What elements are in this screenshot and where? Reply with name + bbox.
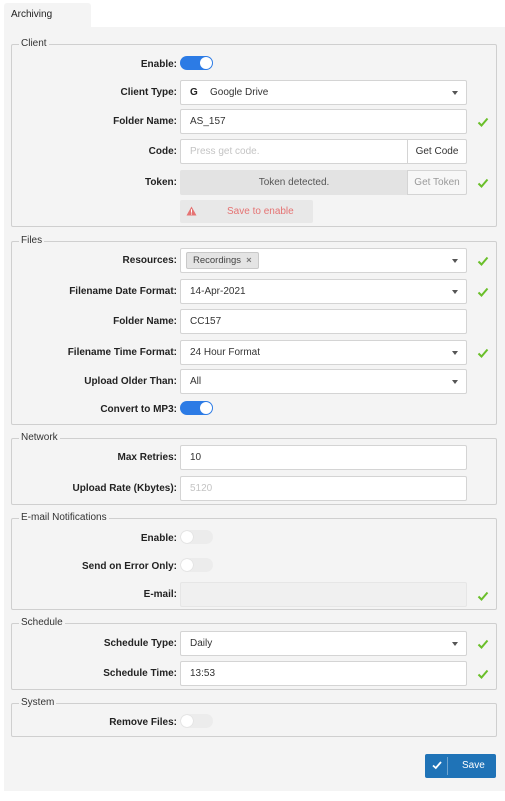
files-legend: Files [19,235,45,246]
upload-rate-placeholder: 5120 [190,483,213,494]
toggle-knob [181,715,193,727]
date-format-value: 14-Apr-2021 [190,286,246,297]
get-code-button[interactable]: Get Code [407,139,467,164]
files-folder-name-label: Folder Name: [113,316,177,327]
toggle-knob [200,402,212,414]
check-icon [432,761,442,770]
warning-icon [186,206,197,216]
check-icon [477,117,489,127]
client-type-value: Google Drive [210,87,269,98]
max-retries-input[interactable]: 10 [180,445,467,470]
files-folder-name-value: CC157 [190,316,222,327]
resources-multiselect[interactable]: Recordings × [180,248,467,273]
toggle-knob [181,559,193,571]
check-icon [477,591,489,601]
max-retries-label: Max Retries: [117,452,177,463]
schedule-time-value: 13:53 [190,668,216,679]
save-to-enable-text: Save to enable [227,206,294,217]
button-divider [447,757,448,775]
email-input[interactable] [180,582,467,607]
schedule-type-select[interactable]: Daily [180,631,467,656]
toggle-knob [200,57,212,69]
client-type-label: Client Type: [120,87,177,98]
upload-rate-input[interactable]: 5120 [180,476,467,501]
chevron-down-icon [452,91,458,95]
enable-toggle[interactable] [180,56,213,70]
upload-older-label: Upload Older Than: [84,376,177,387]
time-format-value: 24 Hour Format [190,347,261,358]
schedule-section: Schedule Schedule Type: Daily Schedule T… [11,617,497,690]
time-format-label: Filename Time Format: [67,347,177,358]
files-folder-name-input[interactable]: CC157 [180,309,467,334]
toggle-knob [181,531,193,543]
enable-label: Enable: [140,59,177,70]
upload-older-value: All [190,376,202,387]
check-icon [477,256,489,266]
code-label: Code: [148,146,177,157]
email-label: E-mail: [143,589,177,600]
check-icon [477,287,489,297]
code-placeholder: Press get code. [190,146,260,157]
client-section: Client Enable: Client Type: G Google Dri… [11,38,497,227]
schedule-legend: Schedule [19,617,65,628]
date-format-label: Filename Date Format: [69,286,177,297]
client-type-select[interactable]: G Google Drive [180,80,467,105]
remove-files-label: Remove Files: [109,717,177,728]
schedule-time-label: Schedule Time: [103,668,177,679]
token-field: Token detected. [180,170,408,195]
chevron-down-icon [452,351,458,355]
token-status: Token detected. [258,177,330,188]
save-button-label: Save [462,760,485,771]
resource-tag-label: Recordings [193,255,242,266]
network-legend: Network [19,432,60,443]
token-label: Token: [144,177,177,188]
email-enable-toggle[interactable] [180,530,213,544]
email-enable-label: Enable: [140,533,177,544]
chevron-down-icon [452,380,458,384]
check-icon [477,639,489,649]
files-section: Files Resources: Recordings × Filename Da… [11,235,497,425]
client-legend: Client [19,38,49,49]
chevron-down-icon [452,259,458,263]
tab-archiving-label: Archiving [11,9,53,20]
upload-rate-label: Upload Rate (Kbytes): [72,483,177,494]
check-icon [477,178,489,188]
email-section: E-mail Notifications Enable: Send on Err… [11,512,497,610]
remove-files-toggle[interactable] [180,714,213,728]
resources-label: Resources: [122,255,177,266]
tab-archiving[interactable]: Archiving [4,3,91,28]
convert-mp3-label: Convert to MP3: [100,404,177,415]
upload-older-select[interactable]: All [180,369,467,394]
time-format-select[interactable]: 24 Hour Format [180,340,467,365]
system-section: System Remove Files: [11,697,497,737]
check-icon [477,669,489,679]
schedule-time-input[interactable]: 13:53 [180,661,467,686]
convert-mp3-toggle[interactable] [180,401,213,415]
folder-name-value: AS_157 [190,116,226,127]
system-legend: System [19,697,57,708]
save-button[interactable]: Save [425,754,496,778]
error-only-toggle[interactable] [180,558,213,572]
check-icon [477,348,489,358]
email-legend: E-mail Notifications [19,512,109,523]
chevron-down-icon [452,290,458,294]
schedule-type-label: Schedule Type: [103,638,177,649]
remove-tag-icon[interactable]: × [246,255,252,266]
folder-name-input[interactable]: AS_157 [180,109,467,134]
date-format-select[interactable]: 14-Apr-2021 [180,279,467,304]
save-to-enable-notice: Save to enable [180,200,313,223]
get-token-button[interactable]: Get Token [407,170,467,195]
error-only-label: Send on Error Only: [81,561,177,572]
folder-name-label: Folder Name: [113,116,177,127]
schedule-type-value: Daily [190,638,213,649]
google-g-icon: G [190,87,198,98]
max-retries-value: 10 [190,452,202,463]
resource-tag[interactable]: Recordings × [186,252,259,269]
code-input[interactable]: Press get code. [180,139,408,164]
chevron-down-icon [452,642,458,646]
network-section: Network Max Retries: 10 Upload Rate (Kby… [11,432,497,505]
